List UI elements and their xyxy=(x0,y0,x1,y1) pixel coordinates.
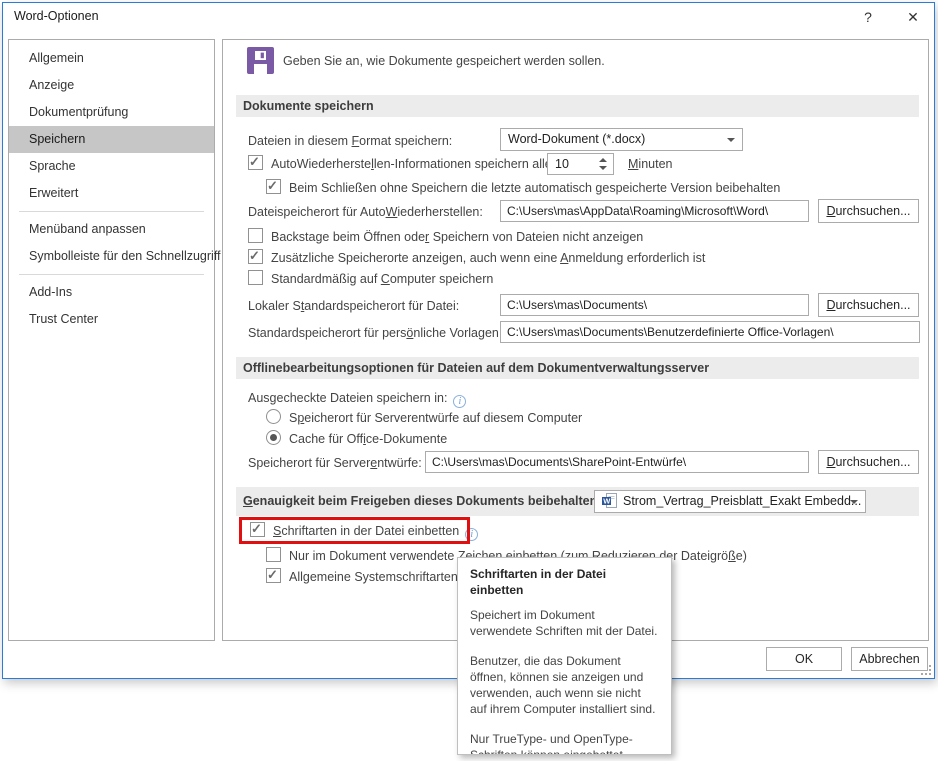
sidebar-item-erweitert[interactable]: Erweitert xyxy=(9,180,214,207)
embed-used-chars-checkbox[interactable] xyxy=(266,547,281,562)
fidelity-document-value: Strom_Vertrag_Preisblatt_Exakt Embedd... xyxy=(623,494,861,508)
server-drafts-radio-row: Speicherort für Serverentwürfe auf diese… xyxy=(223,408,928,428)
autorecover-checkbox[interactable] xyxy=(248,155,263,170)
tooltip-paragraph: Speichert im Dokument verwendete Schrift… xyxy=(470,607,659,639)
autorecover-minutes-stepper[interactable]: 10 xyxy=(547,153,614,175)
chevron-down-icon xyxy=(850,500,858,504)
tooltip-paragraph: Benutzer, die das Dokument öffnen, könne… xyxy=(470,653,659,717)
office-cache-radio[interactable] xyxy=(266,430,281,445)
sidebar-item-allgemein[interactable]: Allgemein xyxy=(9,45,214,72)
tooltip-paragraph: Nur TrueType- und OpenType-Schriften kön… xyxy=(470,731,659,755)
sidebar-divider xyxy=(19,211,204,212)
fidelity-title: Genauigkeit beim Freigeben dieses Dokume… xyxy=(243,494,601,508)
save-to-computer-label: Standardmäßig auf Computer speichern xyxy=(271,272,493,286)
embed-fonts-checkbox[interactable] xyxy=(250,522,265,537)
templates-path-label: Standardspeicherort für persönliche Vorl… xyxy=(248,323,502,343)
backstage-checkbox[interactable] xyxy=(248,228,263,243)
save-settings-panel: Geben Sie an, wie Dokumente gespeichert … xyxy=(222,39,929,641)
office-cache-radio-label: Cache für Office-Dokumente xyxy=(289,432,447,446)
sidebar-item-trustcenter[interactable]: Trust Center xyxy=(9,306,214,333)
embed-fonts-row: Schriftarten in der Datei einbetten i xyxy=(223,521,928,541)
page-description: Geben Sie an, wie Dokumente gespeichert … xyxy=(283,54,605,68)
sidebar-item-dokumentpruefung[interactable]: Dokumentprüfung xyxy=(9,99,214,126)
extra-places-label: Zusätzliche Speicherorte anzeigen, auch … xyxy=(271,251,705,265)
word-options-screen: Word-Optionen ? ✕ Allgemein Anzeige Doku… xyxy=(0,0,938,761)
autorecover-path-label: Dateispeicherort für AutoWiederherstelle… xyxy=(248,202,483,222)
keep-last-version-checkbox[interactable] xyxy=(266,179,281,194)
info-icon[interactable]: i xyxy=(465,528,478,541)
embed-fonts-label: Schriftarten in der Datei einbetten xyxy=(273,524,459,538)
embed-fonts-tooltip: Schriftarten in der Datei einbetten Spei… xyxy=(457,557,672,755)
close-icon[interactable]: ✕ xyxy=(901,6,925,28)
sidebar-item-symbolleiste[interactable]: Symbolleiste für den Schnellzugriff xyxy=(9,243,214,270)
extra-places-checkbox[interactable] xyxy=(248,249,263,264)
minutes-label: Minuten xyxy=(628,154,672,174)
section-header-offline: Offlinebearbeitungsoptionen für Dateien … xyxy=(236,357,919,379)
server-drafts-path-input[interactable]: C:\Users\mas\Documents\SharePoint-Entwür… xyxy=(425,451,809,473)
server-drafts-radio-label: Speicherort für Serverentwürfe auf diese… xyxy=(289,411,582,425)
keep-last-version-row: Beim Schließen ohne Speichern die letzte… xyxy=(223,178,928,198)
checkout-label: Ausgecheckte Dateien speichern in: xyxy=(248,391,447,405)
sidebar-item-speichern[interactable]: Speichern xyxy=(9,126,214,153)
stepper-down-icon[interactable] xyxy=(598,163,607,172)
autorecover-path-row: Dateispeicherort für AutoWiederherstelle… xyxy=(223,199,928,223)
browse-drafts-button[interactable]: Durchsuchen... xyxy=(818,450,919,474)
save-floppy-icon xyxy=(247,47,274,77)
cancel-button[interactable]: Abbrechen xyxy=(851,647,928,671)
save-to-computer-row: Standardmäßig auf Computer speichern xyxy=(223,269,928,289)
server-drafts-radio[interactable] xyxy=(266,409,281,424)
format-label: Dateien in diesem Format speichern: xyxy=(248,131,452,151)
default-local-path-label: Lokaler Standardspeicherort für Datei: xyxy=(248,296,459,316)
default-local-path-row: Lokaler Standardspeicherort für Datei: C… xyxy=(223,293,928,317)
format-dropdown[interactable]: Word-Dokument (*.docx) xyxy=(500,128,743,151)
format-dropdown-value: Word-Dokument (*.docx) xyxy=(508,132,645,146)
section-header-dokumente-speichern: Dokumente speichern xyxy=(236,95,919,117)
save-to-computer-checkbox[interactable] xyxy=(248,270,263,285)
help-icon[interactable]: ? xyxy=(856,6,880,28)
templates-path-input[interactable]: C:\Users\mas\Documents\Benutzerdefiniert… xyxy=(500,321,920,343)
backstage-row: Backstage beim Öffnen oder Speichern von… xyxy=(223,227,928,247)
autorecover-path-input[interactable]: C:\Users\mas\AppData\Roaming\Microsoft\W… xyxy=(500,200,809,222)
browse-local-button[interactable]: Durchsuchen... xyxy=(818,293,919,317)
dialog-title: Word-Optionen xyxy=(14,9,99,23)
sidebar-item-addins[interactable]: Add-Ins xyxy=(9,279,214,306)
server-drafts-path-row: Speicherort für Serverentwürfe: C:\Users… xyxy=(223,450,928,474)
fidelity-document-dropdown[interactable]: W Strom_Vertrag_Preisblatt_Exakt Embedd.… xyxy=(594,490,866,513)
word-document-icon: W xyxy=(602,493,618,513)
autorecover-label: AutoWiederherstellen-Informationen speic… xyxy=(271,157,552,171)
office-cache-radio-row: Cache für Office-Dokumente xyxy=(223,429,928,449)
chevron-down-icon xyxy=(727,138,735,142)
format-row: Dateien in diesem Format speichern: Word… xyxy=(223,128,928,148)
keep-last-version-label: Beim Schließen ohne Speichern die letzte… xyxy=(289,181,780,195)
autorecover-row: AutoWiederherstellen-Informationen speic… xyxy=(223,154,928,174)
extra-places-row: Zusätzliche Speicherorte anzeigen, auch … xyxy=(223,248,928,268)
checkout-row: Ausgecheckte Dateien speichern in: i xyxy=(223,388,928,408)
options-sidebar: Allgemein Anzeige Dokumentprüfung Speich… xyxy=(8,39,215,641)
sidebar-item-sprache[interactable]: Sprache xyxy=(9,153,214,180)
minutes-value: 10 xyxy=(555,157,569,171)
browse-autorecover-button[interactable]: Durchsuchen... xyxy=(818,199,919,223)
templates-path-row: Standardspeicherort für persönliche Vorl… xyxy=(223,320,928,344)
backstage-label: Backstage beim Öffnen oder Speichern von… xyxy=(271,230,643,244)
tooltip-title: Schriftarten in der Datei einbetten xyxy=(470,566,659,598)
no-system-fonts-checkbox[interactable] xyxy=(266,568,281,583)
ok-button[interactable]: OK xyxy=(766,647,842,671)
sidebar-divider xyxy=(19,274,204,275)
default-local-path-input[interactable]: C:\Users\mas\Documents\ xyxy=(500,294,809,316)
svg-text:W: W xyxy=(603,497,611,506)
info-icon[interactable]: i xyxy=(453,395,466,408)
server-drafts-path-label: Speicherort für Serverentwürfe: xyxy=(248,453,422,473)
sidebar-item-menueband[interactable]: Menüband anpassen xyxy=(9,216,214,243)
sidebar-item-anzeige[interactable]: Anzeige xyxy=(9,72,214,99)
